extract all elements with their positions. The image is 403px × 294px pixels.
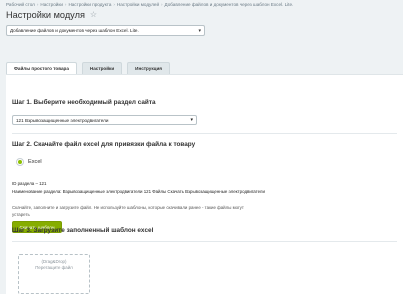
step2-title: Шаг 2. Скачайте файл excel для привязки … <box>12 141 196 148</box>
tab-settings[interactable]: Настройки <box>81 62 123 74</box>
download-hint: Скачайте, заполните и загрузите файл. Не… <box>12 205 244 217</box>
excel-radio-option[interactable]: Excel <box>16 158 42 166</box>
tab-bar: Файлы простого товара Настройки Инструкц… <box>6 62 170 74</box>
breadcrumb: Рабочий стол › Настройки › Настройки продукт… <box>6 2 294 7</box>
divider <box>12 133 397 134</box>
dropzone-label: Перетащите файл <box>35 265 73 270</box>
section-select[interactable]: 121 Взрывозащищенные электродвигатели ▾ <box>12 115 197 125</box>
chevron-down-icon: ▾ <box>190 117 193 123</box>
breadcrumb-item-product-settings[interactable]: Настройки продукта <box>68 2 111 7</box>
breadcrumb-item-module-settings[interactable]: Настройки модулей <box>117 2 159 7</box>
star-icon[interactable]: ☆ <box>90 11 97 19</box>
divider <box>12 241 397 242</box>
module-select[interactable]: Добавление файлов и документов через шаб… <box>6 25 205 36</box>
module-select-value: Добавление файлов и документов через шаб… <box>10 28 139 33</box>
breadcrumb-item-desktop[interactable]: Рабочий стол <box>6 2 35 7</box>
tab-simple-product-files[interactable]: Файлы простого товара <box>6 62 77 74</box>
radio-selected-icon[interactable] <box>16 158 24 166</box>
section-id: ID раздела – 121 <box>12 181 47 186</box>
excel-radio-label: Excel <box>28 159 42 165</box>
section-name: Наименование раздела: Взрывозащищенные э… <box>12 189 265 194</box>
tab-instructions[interactable]: Инструкция <box>127 62 170 74</box>
tab-panel: Шаг 1. Выберите необходимый раздел сайта… <box>6 74 403 294</box>
section-select-value: 121 Взрывозащищенные электродвигатели <box>16 117 109 123</box>
step3-title: Шаг 3. Загрузите заполненный шаблон exce… <box>12 227 154 234</box>
title-row: Настройки модуля ☆ <box>6 10 97 20</box>
breadcrumb-item-current: Добавление файлов и документов через шаб… <box>164 2 294 7</box>
file-dropzone[interactable]: (Drag&Drop) Перетащите файл <box>18 254 90 294</box>
step1-title: Шаг 1. Выберите необходимый раздел сайта <box>12 99 156 106</box>
page-title: Настройки модуля <box>6 10 85 20</box>
chevron-down-icon: ▾ <box>198 28 201 34</box>
breadcrumb-item-settings[interactable]: Настройки <box>40 2 63 7</box>
